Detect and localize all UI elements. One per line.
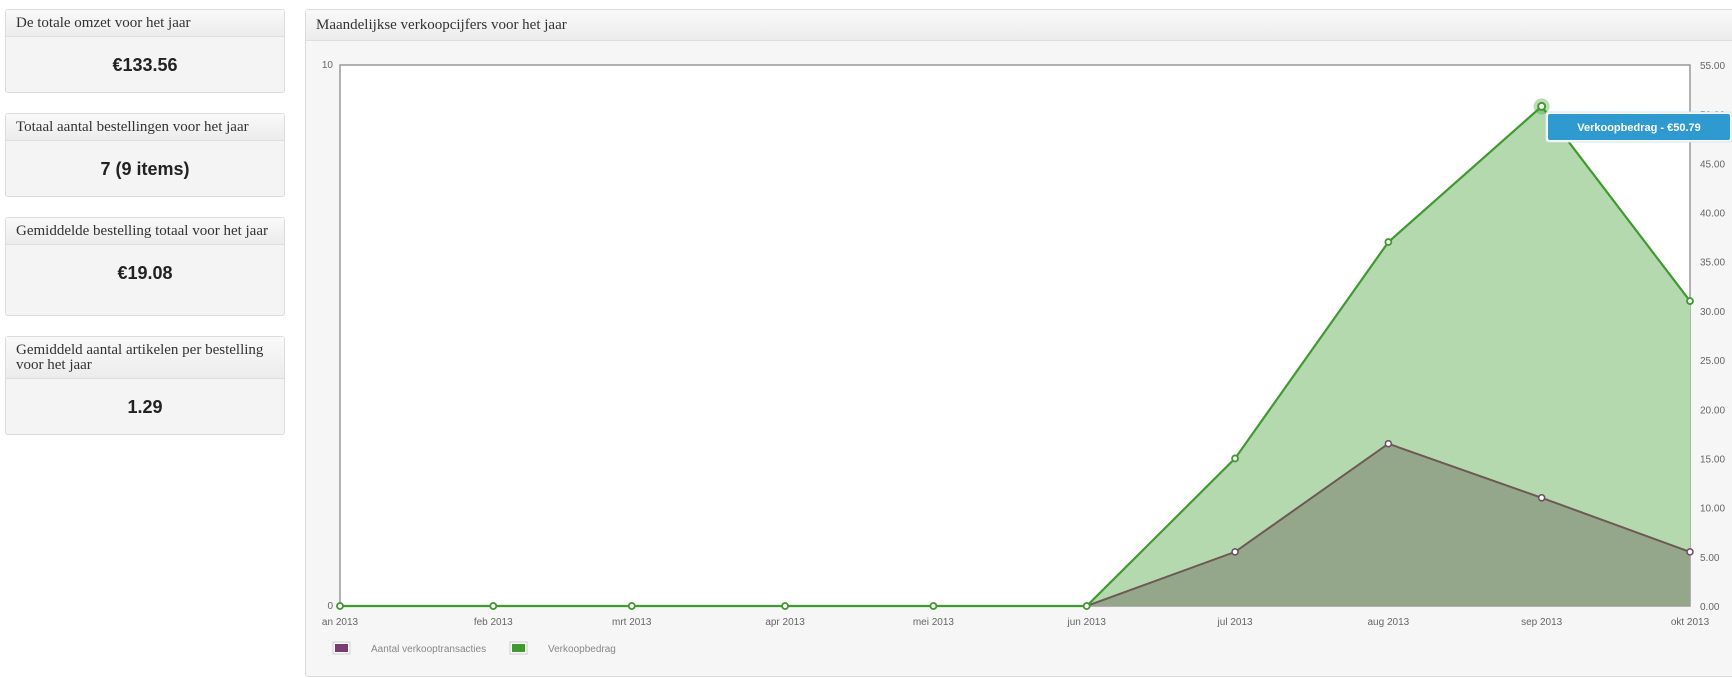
data-point-verkoopbedrag (336, 602, 344, 610)
x-axis-tick-label: mei 2013 (913, 617, 955, 628)
data-point-aantal-verkooptransacties (1384, 439, 1393, 448)
tooltip-label: Verkoopbedrag - €50.79 (1577, 122, 1701, 134)
data-point-verkoopbedrag (929, 602, 938, 610)
data-point-verkoopbedrag (627, 602, 636, 610)
x-axis-tick-label: mrt 2013 (612, 617, 652, 628)
y-axis-right-tick-label: 45.00 (1700, 159, 1725, 170)
y-axis-right-tick-label: 55.00 (1700, 61, 1725, 72)
legend-swatch (512, 644, 525, 652)
y-axis-right-tick-label: 30.00 (1700, 307, 1725, 318)
y-axis-right-tick-label: 5.00 (1700, 553, 1720, 564)
x-axis-tick-label: jun 2013 (1067, 617, 1107, 628)
data-point-verkoopbedrag (781, 602, 789, 610)
y-axis-right-tick-label: 35.00 (1700, 258, 1725, 269)
legend-swatch (335, 644, 348, 652)
x-axis-tick-label: okt 2013 (1671, 617, 1710, 628)
data-point-aantal-verkooptransacties (1231, 548, 1239, 556)
y-axis-right-tick-label: 20.00 (1700, 405, 1725, 416)
data-point-verkoopbedrag (1082, 602, 1091, 610)
x-axis-tick-label: apr 2013 (765, 617, 805, 628)
x-axis-tick-label: sep 2013 (1521, 617, 1563, 628)
data-point-verkoopbedrag (1384, 238, 1393, 246)
data-point-verkoopbedrag (1686, 297, 1694, 305)
data-point-verkoopbedrag (1231, 454, 1239, 463)
monthly-sales-chart: 0 10 0.00 5.00 10.00 15.00 20.00 25.00 30.00 35.0… (322, 60, 1732, 655)
y-axis-right-tick-label: 15.00 (1700, 454, 1725, 465)
y-axis-right-tick-label: 10.00 (1700, 504, 1725, 515)
y-axis-left-tick-label: 0 (327, 601, 333, 612)
x-axis-tick-label: feb 2013 (474, 617, 513, 628)
x-axis-tick-label: aug 2013 (1367, 617, 1409, 628)
y-axis-left-tick-label: 10 (322, 60, 334, 71)
y-axis-right-tick-label: 25.00 (1700, 356, 1725, 367)
data-point-aantal-verkooptransacties (1537, 494, 1546, 502)
x-axis-tick-label: an 2013 (322, 617, 359, 628)
legend-label: Aantal verkooptransacties (371, 644, 486, 655)
data-point-verkoopbedrag (489, 602, 498, 610)
y-axis-right-tick-label: 40.00 (1700, 209, 1725, 220)
data-point-highlight-center (1537, 101, 1547, 111)
legend-label: Verkoopbedrag (548, 644, 616, 655)
y-axis-right-tick-label: 0.00 (1700, 602, 1720, 613)
x-axis-tick-label: jul 2013 (1217, 617, 1253, 628)
data-point-aantal-verkooptransacties (1686, 548, 1694, 556)
